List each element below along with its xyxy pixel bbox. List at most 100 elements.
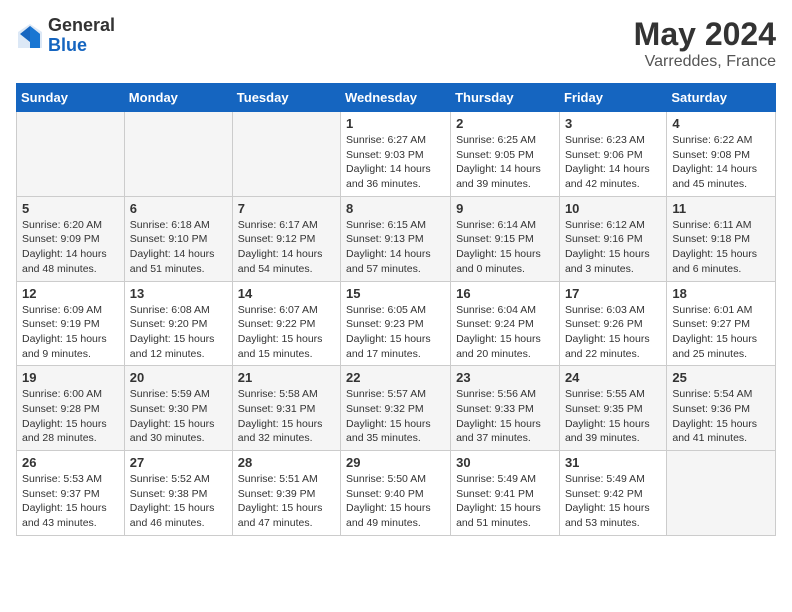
day-number: 20 [130, 370, 227, 385]
calendar-cell: 19Sunrise: 6:00 AMSunset: 9:28 PMDayligh… [17, 366, 125, 451]
calendar-cell: 12Sunrise: 6:09 AMSunset: 9:19 PMDayligh… [17, 281, 125, 366]
calendar-cell [17, 112, 125, 197]
day-number: 14 [238, 286, 335, 301]
calendar-header-row: SundayMondayTuesdayWednesdayThursdayFrid… [17, 84, 776, 112]
calendar-week-row: 12Sunrise: 6:09 AMSunset: 9:19 PMDayligh… [17, 281, 776, 366]
logo: General Blue [16, 16, 115, 56]
day-header-saturday: Saturday [667, 84, 776, 112]
day-info: Sunrise: 6:17 AMSunset: 9:12 PMDaylight:… [238, 218, 335, 277]
logo-blue-text: Blue [48, 36, 115, 56]
calendar-cell: 4 Sunrise: 6:22 AMSunset: 9:08 PMDaylight… [667, 112, 776, 197]
day-number: 23 [456, 370, 554, 385]
day-header-monday: Monday [124, 84, 232, 112]
calendar-cell: 13Sunrise: 6:08 AMSunset: 9:20 PMDayligh… [124, 281, 232, 366]
calendar-cell: 17 Sunrise: 6:03 AMSunset: 9:26 PMDayligh… [559, 281, 666, 366]
day-number: 29 [346, 455, 445, 470]
calendar-cell: 14 Sunrise: 6:07 AMSunset: 9:22 PMDayligh… [232, 281, 340, 366]
calendar-week-row: 5 Sunrise: 6:20 AMSunset: 9:09 PMDaylight… [17, 196, 776, 281]
calendar-cell: 18 Sunrise: 6:01 AMSunset: 9:27 PMDayligh… [667, 281, 776, 366]
day-info: Sunrise: 5:49 AMSunset: 9:41 PMDaylight:… [456, 472, 554, 531]
calendar-cell: 31 Sunrise: 5:49 AMSunset: 9:42 PMDayligh… [559, 451, 666, 536]
day-number: 12 [22, 286, 119, 301]
day-number: 21 [238, 370, 335, 385]
calendar-cell: 2Sunrise: 6:25 AMSunset: 9:05 PMDaylight… [451, 112, 560, 197]
calendar-cell: 30Sunrise: 5:49 AMSunset: 9:41 PMDayligh… [451, 451, 560, 536]
calendar-cell: 10Sunrise: 6:12 AMSunset: 9:16 PMDayligh… [559, 196, 666, 281]
day-number: 22 [346, 370, 445, 385]
logo-icon [16, 22, 44, 50]
calendar-table: SundayMondayTuesdayWednesdayThursdayFrid… [16, 83, 776, 536]
calendar-cell: 24Sunrise: 5:55 AMSunset: 9:35 PMDayligh… [559, 366, 666, 451]
day-number: 1 [346, 116, 445, 131]
calendar-cell: 25Sunrise: 5:54 AMSunset: 9:36 PMDayligh… [667, 366, 776, 451]
calendar-cell: 7Sunrise: 6:17 AMSunset: 9:12 PMDaylight… [232, 196, 340, 281]
calendar-week-row: 26Sunrise: 5:53 AMSunset: 9:37 PMDayligh… [17, 451, 776, 536]
day-info: Sunrise: 6:05 AMSunset: 9:23 PMDaylight:… [346, 303, 445, 362]
day-header-friday: Friday [559, 84, 666, 112]
day-number: 16 [456, 286, 554, 301]
day-number: 2 [456, 116, 554, 131]
day-number: 5 [22, 201, 119, 216]
day-info: Sunrise: 5:49 AMSunset: 9:42 PMDaylight:… [565, 472, 661, 531]
calendar-cell: 23 Sunrise: 5:56 AMSunset: 9:33 PMDayligh… [451, 366, 560, 451]
calendar-cell: 11 Sunrise: 6:11 AMSunset: 9:18 PMDayligh… [667, 196, 776, 281]
day-header-wednesday: Wednesday [341, 84, 451, 112]
day-info: Sunrise: 6:03 AMSunset: 9:26 PMDaylight:… [565, 303, 661, 362]
day-number: 3 [565, 116, 661, 131]
day-header-sunday: Sunday [17, 84, 125, 112]
logo-general-text: General [48, 16, 115, 36]
day-info: Sunrise: 6:14 AMSunset: 9:15 PMDaylight:… [456, 218, 554, 277]
day-number: 6 [130, 201, 227, 216]
day-info: Sunrise: 5:58 AMSunset: 9:31 PMDaylight:… [238, 387, 335, 446]
day-info: Sunrise: 6:01 AMSunset: 9:27 PMDaylight:… [672, 303, 770, 362]
day-info: Sunrise: 5:50 AMSunset: 9:40 PMDaylight:… [346, 472, 445, 531]
day-info: Sunrise: 6:11 AMSunset: 9:18 PMDaylight:… [672, 218, 770, 277]
calendar-cell [667, 451, 776, 536]
day-number: 4 [672, 116, 770, 131]
day-info: Sunrise: 5:53 AMSunset: 9:37 PMDaylight:… [22, 472, 119, 531]
day-number: 28 [238, 455, 335, 470]
calendar-cell: 26Sunrise: 5:53 AMSunset: 9:37 PMDayligh… [17, 451, 125, 536]
calendar-cell: 27Sunrise: 5:52 AMSunset: 9:38 PMDayligh… [124, 451, 232, 536]
calendar-cell: 28Sunrise: 5:51 AMSunset: 9:39 PMDayligh… [232, 451, 340, 536]
day-info: Sunrise: 6:12 AMSunset: 9:16 PMDaylight:… [565, 218, 661, 277]
calendar-cell: 5 Sunrise: 6:20 AMSunset: 9:09 PMDaylight… [17, 196, 125, 281]
calendar-cell: 1 Sunrise: 6:27 AMSunset: 9:03 PMDaylight… [341, 112, 451, 197]
day-number: 25 [672, 370, 770, 385]
day-info: Sunrise: 5:59 AMSunset: 9:30 PMDaylight:… [130, 387, 227, 446]
day-info: Sunrise: 6:08 AMSunset: 9:20 PMDaylight:… [130, 303, 227, 362]
day-info: Sunrise: 5:56 AMSunset: 9:33 PMDaylight:… [456, 387, 554, 446]
day-number: 17 [565, 286, 661, 301]
calendar-cell: 6 Sunrise: 6:18 AMSunset: 9:10 PMDaylight… [124, 196, 232, 281]
calendar-cell: 22 Sunrise: 5:57 AMSunset: 9:32 PMDayligh… [341, 366, 451, 451]
day-info: Sunrise: 5:57 AMSunset: 9:32 PMDaylight:… [346, 387, 445, 446]
day-header-tuesday: Tuesday [232, 84, 340, 112]
day-info: Sunrise: 6:18 AMSunset: 9:10 PMDaylight:… [130, 218, 227, 277]
day-info: Sunrise: 6:07 AMSunset: 9:22 PMDaylight:… [238, 303, 335, 362]
day-number: 15 [346, 286, 445, 301]
calendar-cell: 29 Sunrise: 5:50 AMSunset: 9:40 PMDayligh… [341, 451, 451, 536]
calendar-cell: 3 Sunrise: 6:23 AMSunset: 9:06 PMDaylight… [559, 112, 666, 197]
logo-text: General Blue [48, 16, 115, 56]
calendar-cell: 9Sunrise: 6:14 AMSunset: 9:15 PMDaylight… [451, 196, 560, 281]
title-block: May 2024 Varreddes, France [634, 16, 776, 71]
day-info: Sunrise: 6:04 AMSunset: 9:24 PMDaylight:… [456, 303, 554, 362]
day-info: Sunrise: 6:27 AMSunset: 9:03 PMDaylight:… [346, 133, 445, 192]
day-info: Sunrise: 6:15 AMSunset: 9:13 PMDaylight:… [346, 218, 445, 277]
calendar-cell [124, 112, 232, 197]
calendar-cell: 20 Sunrise: 5:59 AMSunset: 9:30 PMDayligh… [124, 366, 232, 451]
day-number: 18 [672, 286, 770, 301]
day-number: 31 [565, 455, 661, 470]
day-number: 8 [346, 201, 445, 216]
location-subtitle: Varreddes, France [634, 53, 776, 71]
day-number: 11 [672, 201, 770, 216]
day-info: Sunrise: 6:23 AMSunset: 9:06 PMDaylight:… [565, 133, 661, 192]
day-info: Sunrise: 5:52 AMSunset: 9:38 PMDaylight:… [130, 472, 227, 531]
day-header-thursday: Thursday [451, 84, 560, 112]
calendar-cell [232, 112, 340, 197]
day-info: Sunrise: 6:22 AMSunset: 9:08 PMDaylight:… [672, 133, 770, 192]
day-info: Sunrise: 6:20 AMSunset: 9:09 PMDaylight:… [22, 218, 119, 277]
calendar-cell: 8 Sunrise: 6:15 AMSunset: 9:13 PMDaylight… [341, 196, 451, 281]
day-info: Sunrise: 5:55 AMSunset: 9:35 PMDaylight:… [565, 387, 661, 446]
month-year-title: May 2024 [634, 16, 776, 53]
